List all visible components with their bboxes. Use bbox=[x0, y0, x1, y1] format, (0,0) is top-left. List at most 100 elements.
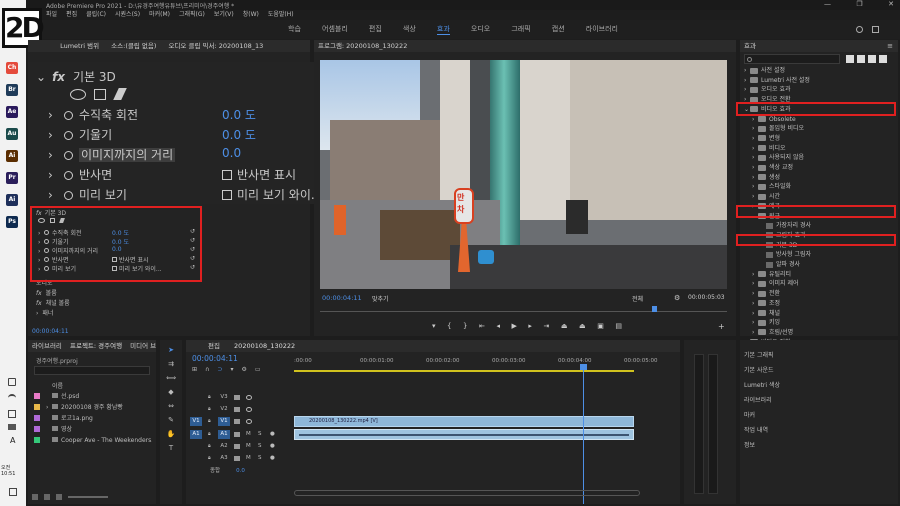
track-header[interactable]: A1 🔒︎ A1 M S ● bbox=[188, 429, 292, 440]
effect-folder[interactable]: › 변형 bbox=[752, 134, 780, 143]
param-checkbox[interactable]: 반사면 표시 bbox=[112, 255, 149, 264]
zoom-slider[interactable] bbox=[68, 496, 108, 498]
chevron-right-icon[interactable]: › bbox=[48, 108, 64, 122]
program-quality-select[interactable]: 전체 bbox=[632, 294, 643, 303]
timeline-playhead[interactable] bbox=[580, 364, 587, 504]
program-monitor-title[interactable]: 프로그램: 20200108_130222 bbox=[314, 40, 736, 52]
small-lower-channel-volume[interactable]: fx 채널 볼륨 bbox=[36, 298, 70, 307]
master-value[interactable]: 0.0 bbox=[236, 468, 245, 474]
track-header[interactable]: 🔒︎ A3 M S ● bbox=[188, 453, 292, 464]
track-lock-icon[interactable]: 🔒︎ bbox=[208, 404, 211, 415]
ellipse-mask-icon[interactable] bbox=[70, 89, 86, 100]
wifi-icon[interactable] bbox=[8, 394, 16, 402]
panel-tab[interactable]: 정보 bbox=[744, 440, 755, 449]
sync-lock-icon[interactable] bbox=[234, 407, 240, 412]
sync-lock-icon[interactable] bbox=[234, 395, 240, 400]
eye-icon[interactable] bbox=[246, 407, 252, 412]
workspace-libraries[interactable]: 라이브러리 bbox=[586, 23, 618, 35]
project-item[interactable]: › 20200108 경주 황남빵 bbox=[34, 403, 152, 413]
effect-item[interactable]: 그림자 효과 bbox=[760, 231, 806, 240]
menu-help[interactable]: 도움말(H) bbox=[268, 10, 294, 20]
lock-icon[interactable] bbox=[32, 494, 38, 500]
nest-icon[interactable]: ⊞ bbox=[192, 366, 197, 374]
workspace-edit[interactable]: 편집 bbox=[369, 23, 382, 35]
wrench-icon[interactable]: ⚙ bbox=[674, 294, 680, 302]
eye-icon[interactable] bbox=[246, 395, 252, 400]
mic-icon[interactable]: ● bbox=[270, 429, 275, 440]
workspace-learn[interactable]: 학습 bbox=[288, 23, 301, 35]
go-to-in-icon[interactable]: ⇤ bbox=[479, 322, 485, 332]
project-col-name[interactable]: 이름 bbox=[52, 381, 63, 390]
pen-mask-icon[interactable] bbox=[113, 88, 128, 100]
effect-folder[interactable]: › 키잉 bbox=[752, 318, 780, 327]
panel-tab[interactable]: 작업 내역 bbox=[744, 425, 768, 434]
workspace-assembly[interactable]: 어셈블리 bbox=[322, 23, 348, 35]
notification-icon[interactable] bbox=[9, 488, 17, 496]
taskbar-app-icon[interactable]: Ps bbox=[6, 216, 18, 228]
speaker-icon[interactable] bbox=[8, 378, 16, 386]
tab-media-browser[interactable]: 미디어 브 bbox=[130, 342, 156, 350]
extract-icon[interactable]: ⏏ bbox=[579, 322, 586, 332]
track-select-icon[interactable]: ⇉ bbox=[164, 360, 178, 368]
stopwatch-icon[interactable] bbox=[44, 257, 49, 262]
effect-folder[interactable]: ⌄ 원근 bbox=[752, 212, 780, 221]
track-header[interactable]: V1 🔒︎ V1 bbox=[188, 416, 292, 427]
small-param-row[interactable]: › 반사면 반사면 표시 ↺ bbox=[38, 255, 203, 264]
ellipse-mask-icon[interactable] bbox=[38, 218, 45, 223]
effect-folder[interactable]: › 조정 bbox=[752, 299, 780, 308]
effect-folder[interactable]: › 오디오 효과 bbox=[744, 85, 791, 94]
zoom-param-row[interactable]: › 기울기 0.0 도 bbox=[48, 126, 318, 142]
checkbox-icon[interactable] bbox=[112, 257, 117, 262]
param-value[interactable]: 0.0 도 bbox=[112, 237, 129, 246]
effect-folder[interactable]: › 비디오 bbox=[752, 144, 786, 153]
effect-item[interactable]: 알파 경사 bbox=[760, 260, 800, 269]
track-lock-icon[interactable]: 🔒︎ bbox=[208, 392, 211, 403]
effect-folder[interactable]: › 오디오 전환 bbox=[744, 95, 791, 104]
reset-icon[interactable]: ↺ bbox=[190, 255, 195, 262]
playhead-marker[interactable] bbox=[580, 364, 587, 370]
small-lower-panner[interactable]: › 패너 bbox=[36, 308, 53, 317]
share-icon[interactable] bbox=[872, 26, 879, 33]
reset-icon[interactable]: ↺ bbox=[190, 246, 195, 253]
checkbox-icon[interactable] bbox=[112, 266, 117, 271]
effect-item[interactable]: 기본 3D bbox=[760, 241, 797, 250]
chevron-right-icon[interactable]: › bbox=[48, 188, 64, 202]
stopwatch-icon[interactable] bbox=[64, 191, 73, 200]
project-item[interactable]: 로고1a.png bbox=[34, 414, 152, 424]
new-bin-icon[interactable] bbox=[879, 55, 887, 63]
stopwatch-icon[interactable] bbox=[64, 171, 73, 180]
eye-icon[interactable] bbox=[246, 419, 252, 424]
timeline-ruler[interactable]: :00:00 00:00:01:00 00:00:02:00 00:00:03:00 0… bbox=[294, 354, 680, 372]
effect-folder[interactable]: ⌄ 비디오 효과 bbox=[744, 105, 791, 114]
panel-tab[interactable]: 마커 bbox=[744, 410, 755, 419]
stopwatch-icon[interactable] bbox=[64, 131, 73, 140]
chevron-right-icon[interactable]: › bbox=[48, 168, 64, 182]
taskbar-app-icon[interactable]: Ai bbox=[6, 150, 18, 162]
track-lock-icon[interactable]: 🔒︎ bbox=[208, 429, 211, 440]
mark-in-icon[interactable]: { bbox=[447, 322, 451, 332]
tab-edit[interactable]: 편집 bbox=[208, 342, 220, 350]
track-name[interactable]: V2 bbox=[218, 405, 230, 414]
linked-select-icon[interactable]: ⊃ bbox=[217, 366, 222, 374]
small-lower-volume[interactable]: fx 볼륨 bbox=[36, 288, 57, 297]
mute-icon[interactable]: M bbox=[246, 429, 251, 440]
mute-icon[interactable]: M bbox=[246, 453, 251, 464]
taskbar-app-icon[interactable]: Ai bbox=[6, 194, 18, 206]
stopwatch-icon[interactable] bbox=[44, 248, 49, 253]
effect-item[interactable]: 방사형 그림자 bbox=[760, 250, 811, 259]
menu-file[interactable]: 파일 bbox=[46, 10, 57, 20]
taskbar-app-icon[interactable]: Ch bbox=[6, 62, 18, 74]
panel-tab[interactable]: 기본 그래픽 bbox=[744, 350, 774, 359]
small-section-header[interactable]: fx 기본 3D bbox=[36, 208, 66, 217]
effect-folder[interactable]: › 색상 교정 bbox=[752, 163, 793, 172]
solo-icon[interactable]: S bbox=[258, 453, 262, 464]
32bit-icon[interactable] bbox=[857, 55, 865, 63]
effect-folder[interactable]: › 생성 bbox=[752, 173, 780, 182]
reset-icon[interactable]: ↺ bbox=[190, 228, 195, 235]
effect-folder[interactable]: › 유틸리티 bbox=[752, 270, 791, 279]
program-playhead[interactable] bbox=[651, 306, 657, 312]
effect-item[interactable]: 가장자리 경사 bbox=[760, 221, 811, 230]
captions-icon[interactable]: ▭ bbox=[255, 366, 261, 374]
effects-menu-icon[interactable]: ≡ bbox=[887, 42, 893, 50]
timeline-hscroll[interactable] bbox=[294, 490, 640, 496]
